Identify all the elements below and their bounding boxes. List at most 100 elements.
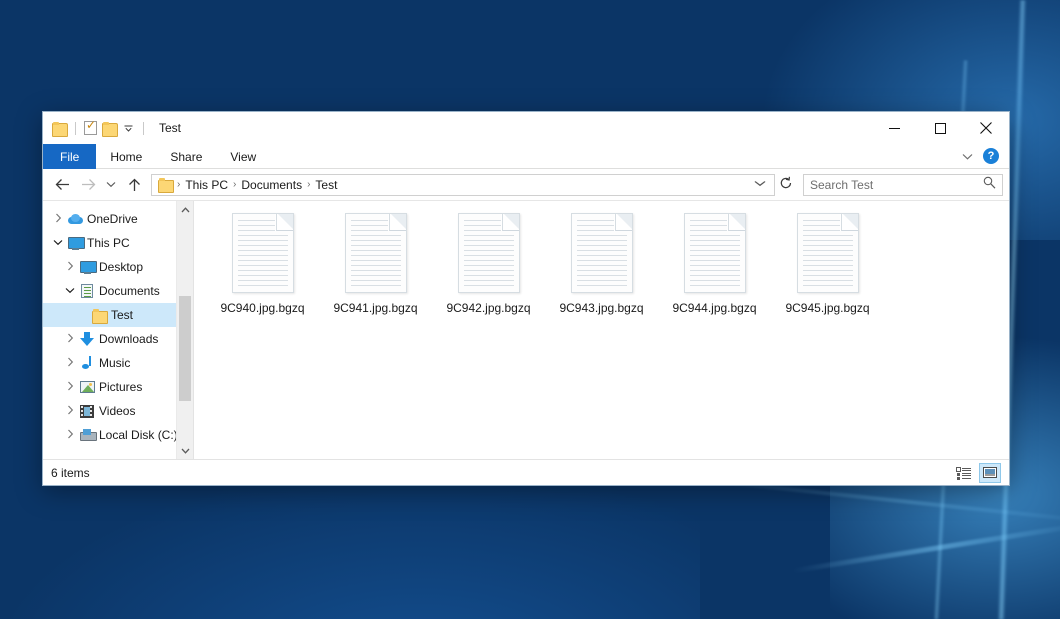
tab-home[interactable]: Home (96, 144, 156, 169)
breadcrumb-item-test[interactable]: Test (311, 178, 341, 192)
chevron-right-icon[interactable] (62, 357, 78, 369)
file-name: 9C945.jpg.bgzq (785, 301, 869, 315)
sidebar-item-label: Videos (96, 404, 135, 418)
file-name: 9C942.jpg.bgzq (446, 301, 530, 315)
music-icon (78, 356, 96, 370)
view-buttons (953, 463, 1001, 483)
search-placeholder: Search Test (810, 178, 873, 192)
file-name: 9C941.jpg.bgzq (333, 301, 417, 315)
disk-icon (78, 429, 96, 441)
chevron-right-icon[interactable] (62, 333, 78, 345)
list-item[interactable]: 9C942.jpg.bgzq (432, 213, 545, 335)
recent-locations-chevron-down-icon[interactable] (101, 173, 121, 197)
scroll-down-arrow-icon[interactable] (177, 442, 193, 459)
file-list[interactable]: 9C940.jpg.bgzq 9C941.jpg.bgzq 9C942.jpg.… (194, 201, 1009, 459)
refresh-button[interactable] (775, 176, 797, 193)
generic-document-icon (232, 213, 294, 293)
ribbon-collapse-chevron-down-icon[interactable] (962, 153, 973, 160)
sidebar-item-label: Pictures (96, 380, 142, 394)
navigation-pane: OneDrive This PC Desktop (43, 201, 193, 459)
sidebar-item-onedrive[interactable]: OneDrive (43, 207, 193, 231)
breadcrumb-item-documents[interactable]: Documents (237, 178, 306, 192)
generic-document-icon (571, 213, 633, 293)
breadcrumb-folder-icon[interactable] (158, 178, 173, 191)
file-name: 9C940.jpg.bgzq (220, 301, 304, 315)
wallpaper-ray (791, 522, 1060, 574)
breadcrumb-item-this-pc[interactable]: This PC (181, 178, 232, 192)
back-button[interactable] (49, 173, 75, 197)
sidebar-item-desktop[interactable]: Desktop (43, 255, 193, 279)
sidebar-item-music[interactable]: Music (43, 351, 193, 375)
address-bar: › This PC › Documents › Test Search Test (43, 169, 1009, 200)
breadcrumb: › This PC › Documents › Test (176, 178, 341, 192)
sidebar-item-label: Test (108, 308, 133, 322)
sidebar-item-label: Music (96, 356, 130, 370)
help-icon[interactable]: ? (983, 148, 999, 164)
videos-icon (78, 405, 96, 418)
generic-document-icon (684, 213, 746, 293)
list-item[interactable]: 9C943.jpg.bgzq (545, 213, 658, 335)
maximize-button[interactable] (917, 112, 963, 144)
chevron-right-icon[interactable] (62, 429, 78, 441)
up-button[interactable] (121, 173, 147, 197)
item-count-label: 6 items (51, 466, 90, 480)
list-item[interactable]: 9C944.jpg.bgzq (658, 213, 771, 335)
forward-button[interactable] (75, 173, 101, 197)
sidebar-item-test[interactable]: Test (43, 303, 193, 327)
status-bar: 6 items (43, 459, 1009, 485)
sidebar-item-pictures[interactable]: Pictures (43, 375, 193, 399)
sidebar-item-this-pc[interactable]: This PC (43, 231, 193, 255)
address-field[interactable]: › This PC › Documents › Test (151, 174, 775, 196)
generic-document-icon (345, 213, 407, 293)
sidebar-item-downloads[interactable]: Downloads (43, 327, 193, 351)
explorer-body: OneDrive This PC Desktop (43, 200, 1009, 459)
generic-document-icon (797, 213, 859, 293)
quick-access-toolbar: Test (43, 121, 181, 135)
minimize-button[interactable] (871, 112, 917, 144)
window-controls (871, 112, 1009, 144)
chevron-right-icon[interactable] (50, 213, 66, 225)
tab-view[interactable]: View (216, 144, 270, 169)
chevron-right-icon[interactable] (62, 381, 78, 393)
details-view-button[interactable] (953, 463, 975, 483)
list-item[interactable]: 9C940.jpg.bgzq (206, 213, 319, 335)
divider (75, 122, 76, 135)
close-button[interactable] (963, 112, 1009, 144)
details-view-icon (956, 467, 972, 479)
new-folder-icon[interactable] (102, 122, 117, 135)
search-icon[interactable] (983, 176, 996, 194)
sidebar-item-label: Downloads (96, 332, 158, 346)
ribbon-tabs: File Home Share View ? (43, 144, 1009, 169)
large-icons-view-button[interactable] (979, 463, 1001, 483)
sidebar-item-local-disk-c[interactable]: Local Disk (C:) (43, 423, 193, 447)
sidebar-item-label: OneDrive (84, 212, 138, 226)
cloud-icon (66, 214, 84, 224)
large-icons-view-icon (983, 467, 997, 478)
list-item[interactable]: 9C945.jpg.bgzq (771, 213, 884, 335)
properties-icon[interactable] (84, 121, 97, 135)
tab-file[interactable]: File (43, 144, 96, 169)
address-dropdown-chevron-down-icon[interactable] (748, 179, 773, 190)
chevron-right-icon[interactable] (62, 261, 78, 273)
file-explorer-window: Test File Home Share View ? (42, 111, 1010, 486)
sidebar-item-documents[interactable]: Documents (43, 279, 193, 303)
chevron-down-icon[interactable] (62, 287, 78, 296)
downloads-icon (78, 332, 96, 346)
chevron-right-icon[interactable] (62, 405, 78, 417)
sidebar-item-label: This PC (84, 236, 130, 250)
sidebar-item-videos[interactable]: Videos (43, 399, 193, 423)
quick-access-chevron-down-icon[interactable] (122, 125, 135, 132)
scroll-up-arrow-icon[interactable] (177, 201, 193, 218)
chevron-down-icon[interactable] (50, 239, 66, 248)
documents-icon (78, 284, 96, 298)
sidebar-item-label: Documents (96, 284, 160, 298)
scrollbar-thumb[interactable] (179, 296, 191, 401)
navigation-pane-scrollbar[interactable] (176, 201, 193, 459)
search-input[interactable]: Search Test (803, 174, 1003, 196)
tab-share[interactable]: Share (156, 144, 216, 169)
sidebar-item-label: Local Disk (C:) (96, 428, 178, 442)
folder-icon[interactable] (52, 122, 67, 135)
list-item[interactable]: 9C941.jpg.bgzq (319, 213, 432, 335)
desktop-icon (78, 261, 96, 274)
generic-document-icon (458, 213, 520, 293)
